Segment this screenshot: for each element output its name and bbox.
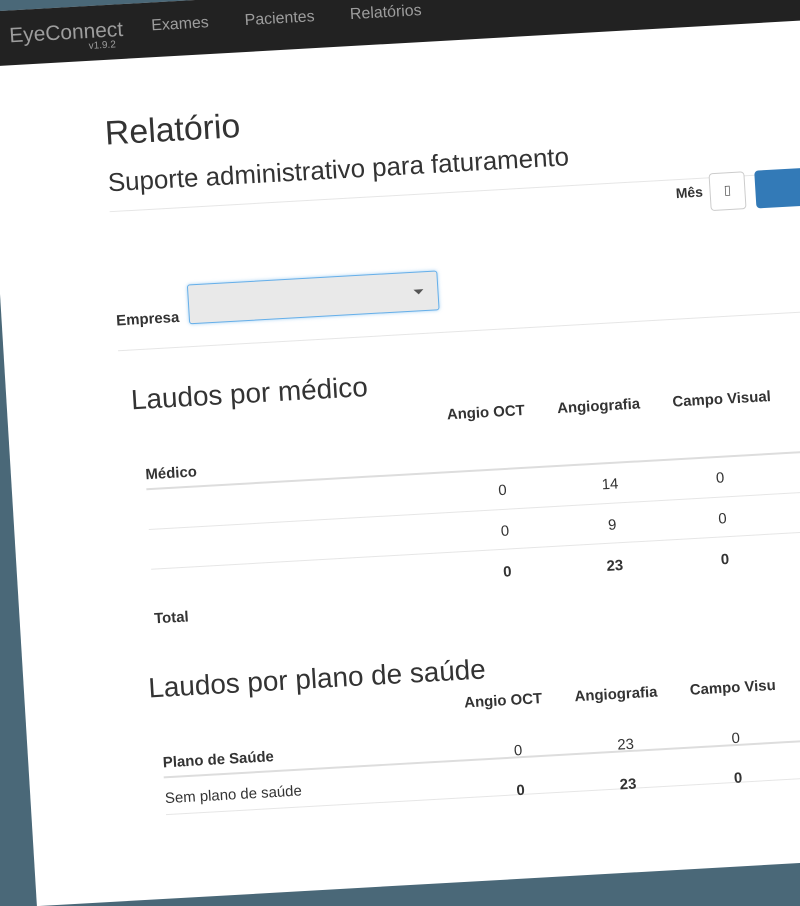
cell-campo-visual: 0	[717, 510, 728, 528]
cell-angiografia: 14	[601, 475, 619, 494]
total-campo-visual: 0	[733, 769, 743, 787]
mes-label: Mês	[675, 183, 704, 202]
nav-link-pacientes[interactable]: Pacientes	[244, 8, 315, 30]
cell-angiografia: 23	[616, 735, 635, 754]
row-plano-name: Sem plano de saúde	[164, 782, 303, 808]
row-divider	[148, 482, 800, 530]
app-version: v1.9.2	[88, 39, 117, 52]
total-angio-oct: 0	[502, 563, 513, 581]
caret-down-icon	[413, 289, 424, 295]
col-head-angiografia: Angiografia	[574, 683, 658, 706]
cell-angio-oct: 0	[497, 481, 508, 500]
row-divider	[151, 522, 800, 570]
col-head-angio-oct: Angio OCT	[446, 402, 526, 424]
total-campo-visual: 0	[720, 551, 730, 569]
col-head-plano: Plano de Saúde	[162, 748, 275, 772]
cell-campo-visual: 0	[731, 729, 741, 748]
month-picker-button[interactable]: ▯	[708, 171, 747, 212]
cell-angio-oct: 0	[513, 742, 523, 760]
table-header-divider	[146, 442, 800, 491]
total-angiografia: 23	[606, 557, 624, 575]
total-angio-oct: 0	[515, 781, 526, 800]
cell-campo-visual: 0	[715, 469, 725, 487]
section-title-laudos-medico: Laudos por médico	[130, 371, 369, 416]
col-head-angiografia: Angiografia	[556, 395, 641, 418]
total-angiografia: 23	[619, 775, 637, 794]
cell-angio-oct: 0	[500, 522, 510, 540]
main-content: Relatório Suporte administrativo para fa…	[0, 10, 800, 906]
col-head-campo-visual: Campo Visual	[671, 388, 772, 411]
primary-action-button[interactable]	[754, 167, 800, 209]
calendar-icon: ▯	[723, 182, 732, 198]
col-head-medico: Médico	[144, 463, 198, 484]
nav-link-exames[interactable]: Exames	[151, 14, 209, 35]
app-window: EyeConnect v1.9.2 Exames Pacientes Relat…	[0, 0, 800, 906]
total-label: Total	[153, 608, 190, 628]
col-head-campo-visual: Campo Visu	[689, 676, 777, 699]
page-title: Relatório	[103, 107, 242, 153]
cell-angiografia: 9	[607, 516, 617, 534]
empresa-select[interactable]	[186, 270, 440, 325]
nav-link-relatorios[interactable]: Relatórios	[350, 2, 423, 24]
col-head-angio-oct: Angio OCT	[463, 690, 543, 712]
empresa-label: Empresa	[115, 308, 180, 330]
section-title-laudos-plano: Laudos por plano de saúde	[147, 653, 487, 704]
